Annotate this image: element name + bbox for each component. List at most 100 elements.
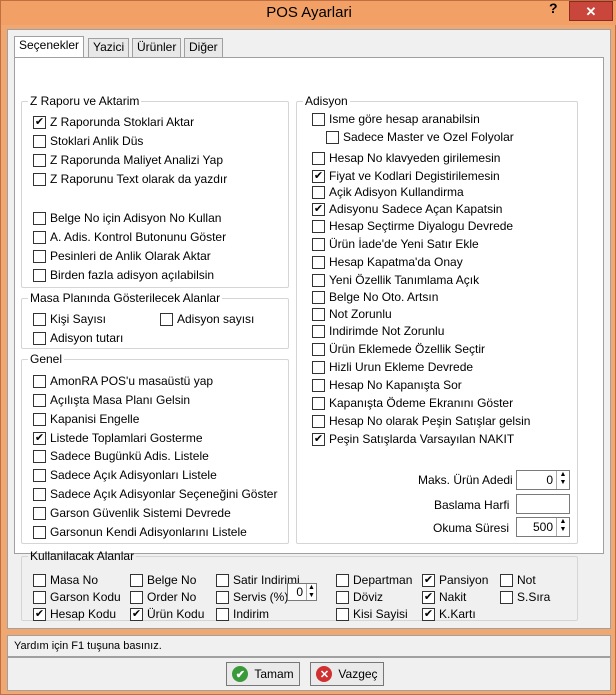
checkbox-empty-icon[interactable] (336, 573, 349, 587)
tab-urunler[interactable]: Ürünler (132, 38, 182, 57)
checkbox-empty-icon[interactable] (500, 573, 513, 587)
checkbox-empty-icon[interactable] (33, 312, 46, 326)
checkbox-adisyonu-sadece-a-an-kapatsin[interactable]: ✔ Adisyonu Sadece Açan Kapatsin (312, 201, 502, 217)
checkbox-empty-icon[interactable] (130, 573, 143, 587)
checkbox-empty-icon[interactable] (33, 525, 46, 539)
checkbox-z-raporunu-text-olarak-da-yazd-r[interactable]: Z Raporunu Text olarak da yazdır (33, 171, 227, 187)
checkbox-birden-fazla-adisyon-a-labilsin[interactable]: Birden fazla adisyon açılabilsin (33, 267, 214, 283)
checkbox-pe-in-sat-larda-varsay-lan-nakit[interactable]: ✔ Peşin Satışlarda Varsayılan NAKIT (312, 431, 514, 447)
checkbox-empty-icon[interactable] (33, 590, 46, 604)
checkbox-a-l-ta-masa-plan-gelsin[interactable]: Açılışta Masa Planı Gelsin (33, 392, 190, 408)
checkmark-icon[interactable]: ✔ (33, 607, 46, 621)
checkbox-empty-icon[interactable] (160, 312, 173, 326)
checkbox-garson-kodu[interactable]: Garson Kodu (33, 589, 121, 605)
checkbox-not[interactable]: Not (500, 572, 536, 588)
checkbox-empty-icon[interactable] (312, 396, 325, 410)
checkbox-empty-icon[interactable] (312, 219, 325, 233)
checkmark-icon[interactable]: ✔ (33, 115, 46, 129)
checkbox-s-s-ra[interactable]: S.Sıra (500, 589, 550, 605)
checkbox-empty-icon[interactable] (33, 249, 46, 263)
checkbox-hizli-urun-ekleme-devrede[interactable]: Hizli Urun Ekleme Devrede (312, 359, 473, 375)
checkbox-order-no[interactable]: Order No (130, 589, 196, 605)
spin-arrows-icon[interactable]: ▲ ▼ (306, 584, 316, 600)
checkbox-empty-icon[interactable] (33, 134, 46, 148)
checkbox-sadece-a-k-adisyonlar-listele[interactable]: Sadece Açık Adisyonları Listele (33, 467, 217, 483)
spin-arrows-icon[interactable]: ▲ ▼ (556, 471, 569, 489)
checkbox-empty-icon[interactable] (336, 590, 349, 604)
checkbox-stoklari-anlik-d-s[interactable]: Stoklari Anlik Düs (33, 133, 143, 149)
checkbox-empty-icon[interactable] (312, 273, 325, 287)
checkbox-a-adis-kontrol-butonunu-g-ster[interactable]: A. Adis. Kontrol Butonunu Göster (33, 229, 226, 245)
checkbox-hesap-no-klavyeden-girilemesin[interactable]: Hesap No klavyeden girilemesin (312, 150, 500, 166)
checkbox-empty-icon[interactable] (33, 331, 46, 345)
checkbox-d-viz[interactable]: Döviz (336, 589, 383, 605)
checkbox-amonra-pos-u-masa-st-yap[interactable]: AmonRA POS'u masaüstü yap (33, 373, 213, 389)
checkbox-empty-icon[interactable] (312, 324, 325, 338)
checkbox-empty-icon[interactable] (216, 607, 229, 621)
checkbox-adisyon-tutar[interactable]: Adisyon tutarı (33, 330, 123, 346)
checkbox-pansiyon[interactable]: ✔ Pansiyon (422, 572, 488, 588)
checkmark-icon[interactable]: ✔ (422, 573, 435, 587)
checkmark-icon[interactable]: ✔ (130, 607, 143, 621)
checkbox-r-n-i-ade-de-yeni-sat-r-ekle[interactable]: Ürün İade'de Yeni Satır Ekle (312, 236, 479, 252)
checkbox-sadece-a-k-adisyonlar-se-ene-ini-g-ster[interactable]: Sadece Açık Adisyonlar Seçeneğini Göster (33, 486, 277, 502)
checkbox-empty-icon[interactable] (130, 590, 143, 604)
checkbox-k-kart[interactable]: ✔ K.Kartı (422, 606, 476, 622)
checkbox-sadece-bug-nk-adis-listele[interactable]: Sadece Bugünkü Adis. Listele (33, 448, 209, 464)
checkbox-r-n-kodu[interactable]: ✔ Ürün Kodu (130, 606, 204, 622)
checkmark-icon[interactable]: ✔ (422, 590, 435, 604)
checkbox-belge-no[interactable]: Belge No (130, 572, 196, 588)
checkbox-empty-icon[interactable] (312, 360, 325, 374)
checkbox-hesap-no-kapan-ta-sor[interactable]: Hesap No Kapanışta Sor (312, 377, 462, 393)
checkbox-indirim[interactable]: Indirim (216, 606, 269, 622)
checkbox-not-zorunlu[interactable]: Not Zorunlu (312, 306, 392, 322)
tab-secenekler[interactable]: Seçenekler (14, 36, 85, 58)
checkbox-empty-icon[interactable] (312, 307, 325, 321)
checkbox-empty-icon[interactable] (33, 153, 46, 167)
checkbox-empty-icon[interactable] (312, 342, 325, 356)
checkbox-ki-i-say-s[interactable]: Kişi Sayısı (33, 311, 106, 327)
checkbox-empty-icon[interactable] (216, 573, 229, 587)
spin-arrows-icon[interactable]: ▲ ▼ (556, 518, 569, 536)
checkbox-isme-g-re-hesap-aranabilsin[interactable]: Isme göre hesap aranabilsin (312, 111, 480, 127)
checkmark-icon[interactable]: ✔ (312, 169, 325, 183)
checkmark-icon[interactable]: ✔ (312, 432, 325, 446)
checkbox-r-n-eklemede-zellik-se-tir[interactable]: Ürün Eklemede Özellik Seçtir (312, 341, 485, 357)
checkbox-empty-icon[interactable] (33, 172, 46, 186)
checkbox-empty-icon[interactable] (326, 130, 339, 144)
checkbox-empty-icon[interactable] (33, 268, 46, 282)
title-bar[interactable]: POS Ayarlari ? ✕ (1, 0, 616, 25)
tab-diger[interactable]: Diğer (184, 38, 223, 57)
checkbox-empty-icon[interactable] (33, 506, 46, 520)
checkbox-kisi-sayisi[interactable]: Kisi Sayisi (336, 606, 408, 622)
checkbox-adisyon-say-s[interactable]: Adisyon sayısı (160, 311, 254, 327)
checkbox-empty-icon[interactable] (312, 290, 325, 304)
checkbox-empty-icon[interactable] (33, 211, 46, 225)
checkbox-garson-g-venlik-sistemi-devrede[interactable]: Garson Güvenlik Sistemi Devrede (33, 505, 231, 521)
checkbox-belge-no-oto-arts-n[interactable]: Belge No Oto. Artsın (312, 289, 438, 305)
checkbox-servis[interactable]: Servis (%) (216, 589, 288, 605)
checkbox-nakit[interactable]: ✔ Nakit (422, 589, 466, 605)
ok-button[interactable]: ✔ Tamam (226, 662, 300, 686)
close-icon[interactable]: ✕ (569, 1, 613, 21)
checkbox-empty-icon[interactable] (312, 414, 325, 428)
checkbox-belge-no-i-in-adisyon-no-kullan[interactable]: Belge No için Adisyon No Kullan (33, 210, 221, 226)
checkbox-empty-icon[interactable] (312, 112, 325, 126)
checkbox-empty-icon[interactable] (312, 378, 325, 392)
checkbox-sadece-master-ve-ozel-folyolar[interactable]: Sadece Master ve Ozel Folyolar (326, 129, 514, 145)
checkbox-hesap-se-tirme-diyalogu-devrede[interactable]: Hesap Seçtirme Diyalogu Devrede (312, 218, 513, 234)
checkmark-icon[interactable]: ✔ (33, 431, 46, 445)
checkbox-empty-icon[interactable] (33, 393, 46, 407)
checkbox-yeni-zellik-tan-mlama-a-k[interactable]: Yeni Özellik Tanımlama Açık (312, 272, 479, 288)
cancel-button[interactable]: ✕ Vazgeç (310, 662, 384, 686)
checkbox-listede-toplamlari-gosterme[interactable]: ✔ Listede Toplamlari Gosterme (33, 430, 203, 446)
checkbox-z-raporunda-stoklari-aktar[interactable]: ✔ Z Raporunda Stoklari Aktar (33, 114, 194, 130)
servis-stepper[interactable]: 0 ▲ ▼ (287, 583, 317, 601)
checkbox-empty-icon[interactable] (33, 230, 46, 244)
checkbox-kapan-ta-deme-ekran-n-g-ster[interactable]: Kapanışta Ödeme Ekranını Göster (312, 395, 513, 411)
checkbox-departman[interactable]: Departman (336, 572, 412, 588)
checkbox-hesap-kodu[interactable]: ✔ Hesap Kodu (33, 606, 116, 622)
checkbox-z-raporunda-maliyet-analizi-yap[interactable]: Z Raporunda Maliyet Analizi Yap (33, 152, 223, 168)
checkbox-empty-icon[interactable] (216, 590, 229, 604)
baslama-harfi-input[interactable] (516, 494, 570, 514)
